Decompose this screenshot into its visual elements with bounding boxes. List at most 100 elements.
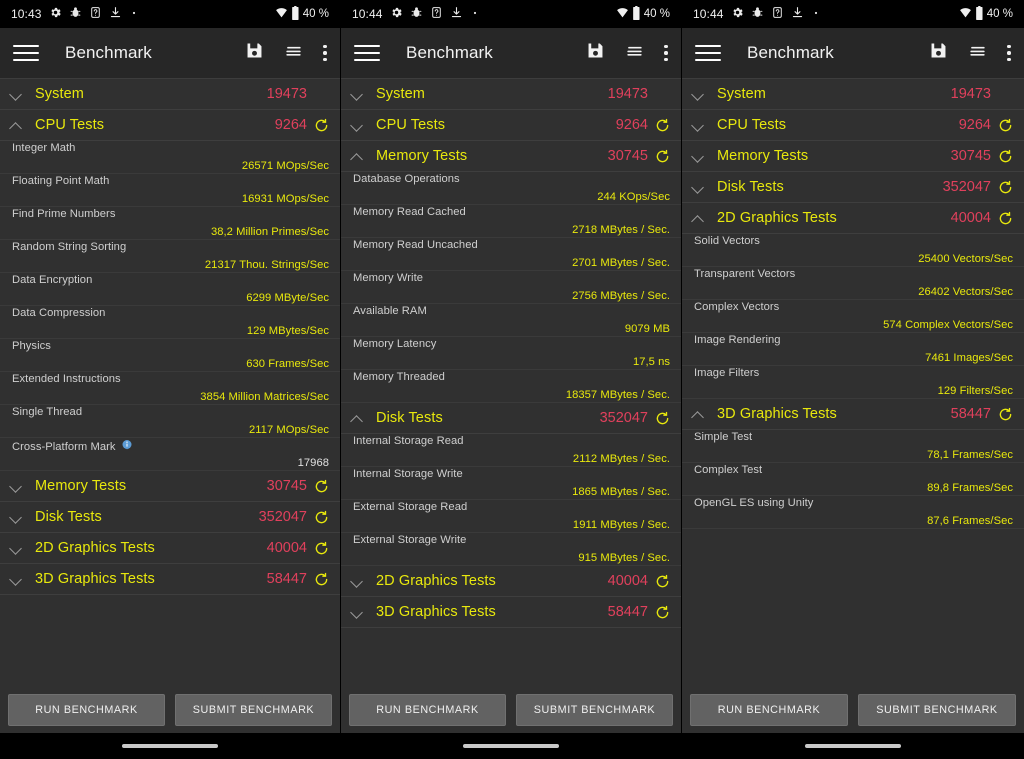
chevron-up-icon[interactable] — [349, 410, 365, 426]
chevron-down-icon[interactable] — [690, 117, 706, 133]
sort-button[interactable] — [968, 41, 987, 65]
chevron-down-icon[interactable] — [349, 117, 365, 133]
refresh-icon[interactable] — [998, 180, 1013, 195]
chevron-up-icon[interactable] — [8, 117, 24, 133]
run-benchmark-button[interactable]: RUN BENCHMARK — [690, 693, 848, 726]
result-row: Data Encryption 6299 MByte/Sec — [0, 273, 340, 306]
gear-icon — [49, 6, 62, 22]
sort-button[interactable] — [284, 41, 303, 65]
result-value: 7461 Images/Sec — [925, 352, 1013, 364]
group-row-system[interactable]: System 19473 — [682, 79, 1024, 110]
refresh-icon — [998, 211, 1013, 231]
group-right: 352047 — [259, 509, 329, 525]
group-row-cpu-tests[interactable]: CPU Tests 9264 — [341, 110, 681, 141]
overflow-menu-button[interactable] — [664, 44, 668, 62]
group-score: 30745 — [607, 148, 648, 164]
group-row-memory-tests[interactable]: Memory Tests 30745 — [0, 471, 340, 502]
group-row-disk-tests[interactable]: Disk Tests 352047 — [341, 403, 681, 434]
group-row-2d-graphics-tests[interactable]: 2D Graphics Tests 40004 — [682, 203, 1024, 234]
refresh-icon[interactable] — [655, 574, 670, 589]
refresh-icon[interactable] — [998, 211, 1013, 226]
group-row-cpu-tests[interactable]: CPU Tests 9264 — [682, 110, 1024, 141]
sort-button[interactable] — [625, 41, 644, 65]
result-row: Single Thread 2117 MOps/Sec — [0, 405, 340, 438]
hamburger-menu-icon[interactable] — [695, 40, 721, 66]
result-row: Memory Read Uncached 2701 MBytes / Sec. — [341, 238, 681, 271]
refresh-icon[interactable] — [655, 149, 670, 164]
group-label: CPU Tests — [376, 117, 446, 133]
refresh-icon[interactable] — [314, 510, 329, 525]
chevron-down-icon[interactable] — [349, 573, 365, 589]
group-label: Memory Tests — [35, 478, 127, 494]
chevron-up-icon[interactable] — [690, 406, 706, 422]
refresh-icon[interactable] — [655, 605, 670, 620]
home-gesture-pill[interactable] — [122, 744, 218, 748]
refresh-icon[interactable] — [314, 541, 329, 556]
chevron-down-icon[interactable] — [8, 571, 24, 587]
group-row-3d-graphics-tests[interactable]: 3D Graphics Tests 58447 — [682, 399, 1024, 430]
refresh-icon[interactable] — [314, 479, 329, 494]
refresh-icon[interactable] — [314, 572, 329, 587]
result-name: External Storage Write — [353, 534, 466, 546]
chevron-down-icon[interactable] — [690, 86, 706, 102]
run-benchmark-button[interactable]: RUN BENCHMARK — [349, 693, 506, 726]
group-row-cpu-tests[interactable]: CPU Tests 9264 — [0, 110, 340, 141]
result-name-label: OpenGL ES using Unity — [694, 497, 814, 509]
result-name-label: Simple Test — [694, 431, 753, 443]
chevron-down-icon[interactable] — [8, 86, 24, 102]
group-row-system[interactable]: System 19473 — [0, 79, 340, 110]
home-gesture-pill[interactable] — [805, 744, 901, 748]
chevron-up-icon[interactable] — [349, 148, 365, 164]
overflow-menu-button[interactable] — [323, 44, 327, 62]
chevron-down-icon[interactable] — [8, 509, 24, 525]
info-icon[interactable] — [121, 439, 133, 454]
result-name: Transparent Vectors — [694, 268, 795, 280]
chevron-down-icon[interactable] — [690, 148, 706, 164]
submit-benchmark-button[interactable]: SUBMIT BENCHMARK — [175, 693, 332, 726]
chevron-down-icon[interactable] — [349, 86, 365, 102]
submit-benchmark-button[interactable]: SUBMIT BENCHMARK — [858, 693, 1016, 726]
refresh-icon[interactable] — [998, 118, 1013, 133]
group-row-2d-graphics-tests[interactable]: 2D Graphics Tests 40004 — [0, 533, 340, 564]
group-row-memory-tests[interactable]: Memory Tests 30745 — [341, 141, 681, 172]
chevron-down-icon[interactable] — [349, 604, 365, 620]
chevron-down-icon[interactable] — [8, 478, 24, 494]
hamburger-menu-icon[interactable] — [13, 40, 39, 66]
save-floppy-icon — [586, 41, 605, 65]
refresh-icon — [655, 605, 670, 625]
battery-percent-label: 40 % — [643, 8, 670, 20]
refresh-icon[interactable] — [998, 149, 1013, 164]
submit-benchmark-button[interactable]: SUBMIT BENCHMARK — [516, 693, 673, 726]
group-row-disk-tests[interactable]: Disk Tests 352047 — [682, 172, 1024, 203]
group-row-disk-tests[interactable]: Disk Tests 352047 — [0, 502, 340, 533]
result-row: OpenGL ES using Unity 87,6 Frames/Sec — [682, 496, 1024, 529]
refresh-icon[interactable] — [314, 118, 329, 133]
group-row-2d-graphics-tests[interactable]: 2D Graphics Tests 40004 — [341, 566, 681, 597]
result-name: Physics — [12, 340, 51, 352]
chevron-up-icon[interactable] — [690, 210, 706, 226]
group-right: 58447 — [951, 406, 1013, 422]
overflow-menu-button[interactable] — [1007, 44, 1011, 62]
group-row-3d-graphics-tests[interactable]: 3D Graphics Tests 58447 — [341, 597, 681, 628]
group-row-3d-graphics-tests[interactable]: 3D Graphics Tests 58447 — [0, 564, 340, 595]
refresh-icon[interactable] — [655, 411, 670, 426]
group-row-system[interactable]: System 19473 — [341, 79, 681, 110]
refresh-icon — [314, 510, 329, 530]
refresh-icon — [314, 479, 329, 499]
run-benchmark-button[interactable]: RUN BENCHMARK — [8, 693, 165, 726]
chevron-down-icon[interactable] — [690, 179, 706, 195]
status-bar-right: 40 % — [959, 5, 1013, 23]
chevron-down-icon[interactable] — [8, 540, 24, 556]
refresh-icon[interactable] — [998, 407, 1013, 422]
refresh-icon[interactable] — [655, 118, 670, 133]
save-button[interactable] — [586, 41, 605, 65]
save-button[interactable] — [929, 41, 948, 65]
group-score: 9264 — [615, 117, 648, 133]
sim-card-icon — [89, 6, 102, 22]
hamburger-menu-icon[interactable] — [354, 40, 380, 66]
home-gesture-pill[interactable] — [463, 744, 559, 748]
save-button[interactable] — [245, 41, 264, 65]
group-row-memory-tests[interactable]: Memory Tests 30745 — [682, 141, 1024, 172]
result-name: Memory Threaded — [353, 371, 445, 383]
result-name-label: Find Prime Numbers — [12, 208, 116, 220]
